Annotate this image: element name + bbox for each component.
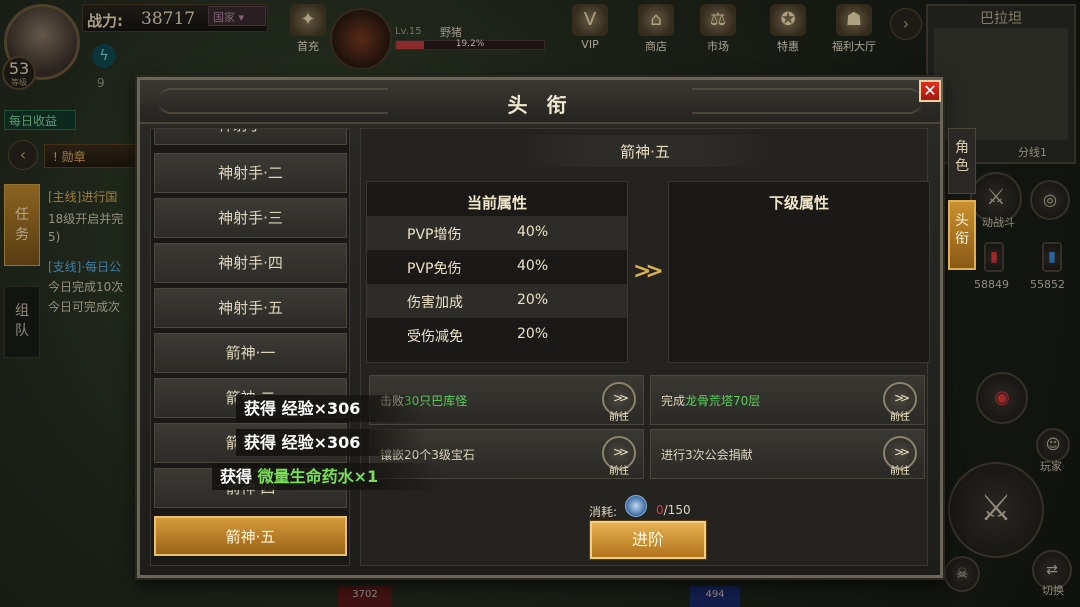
gem-icon	[625, 495, 647, 517]
go-label[interactable]: 前往	[879, 408, 921, 423]
title-list[interactable]: 神射手·一 神射手·二 神射手·三 神射手·四 神射手·五 箭神·一 箭神·二 …	[150, 128, 350, 566]
attribute-name: 受伤减免	[407, 329, 463, 345]
task-description: 完成龙骨荒塔70层	[661, 394, 761, 408]
dialog-title: 头 衔	[507, 93, 573, 117]
attribute-row: 伤害加成 20%	[367, 284, 627, 318]
attribute-name: 伤害加成	[407, 295, 463, 311]
role-tab-label: 角色	[955, 140, 969, 174]
attribute-row: PVP增伤 40%	[367, 216, 627, 250]
current-attributes: 当前属性 PVP增伤 40% PVP免伤 40% 伤害加成 20% 受伤减免 20%	[366, 181, 628, 363]
current-title-name: 箭神·五	[620, 143, 670, 161]
attribute-value: 40%	[517, 224, 549, 240]
tab-role[interactable]: 角色	[948, 128, 976, 194]
go-label[interactable]: 前往	[598, 408, 640, 423]
title-list-item[interactable]: 神射手·五	[154, 288, 347, 328]
attribute-name: PVP免伤	[407, 261, 462, 277]
unlock-task: 完成龙骨荒塔70层 >> 前往	[650, 375, 925, 425]
tab-title[interactable]: 头衔	[948, 200, 976, 270]
task-description: 进行3次公会捐献	[661, 448, 753, 462]
close-icon[interactable]: ✕	[919, 80, 941, 102]
attribute-name: PVP增伤	[407, 227, 462, 243]
attribute-value: 40%	[517, 258, 549, 274]
cost-label: 消耗:	[589, 505, 618, 519]
reward-toast: 获得 经验×306	[236, 429, 426, 456]
attribute-value: 20%	[517, 326, 549, 342]
title-list-item[interactable]: 神射手·三	[154, 198, 347, 238]
title-dialog: 头 衔 ✕ 神射手·一 神射手·二 神射手·三 神射手·四 神射手·五 箭神·一…	[137, 77, 976, 578]
attribute-row: PVP免伤 40%	[367, 250, 627, 284]
cost-value: 0/150	[656, 503, 691, 517]
reward-toast: 获得 微量生命药水×1	[212, 463, 442, 490]
title-list-item[interactable]: 箭神·一	[154, 333, 347, 373]
double-chevron-right-icon: >>	[893, 391, 910, 405]
title-list-item[interactable]: 神射手·二	[154, 153, 347, 193]
reward-toast: 获得 经验×306	[236, 395, 426, 422]
next-level-attributes: 下级属性	[668, 181, 930, 363]
go-label[interactable]: 前往	[879, 462, 921, 477]
dialog-header: 头 衔 ✕	[140, 80, 941, 124]
next-attributes-header: 下级属性	[768, 194, 829, 212]
advance-button[interactable]: 进阶	[590, 521, 706, 559]
go-label[interactable]: 前往	[598, 462, 640, 477]
double-chevron-right-icon: >>	[893, 445, 910, 459]
title-tab-label: 头衔	[955, 213, 969, 247]
current-attributes-header: 当前属性	[466, 194, 527, 212]
double-chevron-right-icon: >>	[612, 445, 629, 459]
title-detail-panel: 箭神·五 当前属性 PVP增伤 40% PVP免伤 40% 伤害加成 20% 受伤减免…	[360, 128, 930, 566]
title-list-item[interactable]: 神射手·四	[154, 243, 347, 283]
title-list-item[interactable]: 神射手·一	[154, 129, 347, 145]
unlock-task: 进行3次公会捐献 >> 前往	[650, 429, 925, 479]
attribute-value: 20%	[517, 292, 549, 308]
double-chevron-right-icon: >>	[612, 391, 629, 405]
title-list-item-selected[interactable]: 箭神·五	[154, 516, 347, 556]
attribute-row: 受伤减免 20%	[367, 318, 627, 352]
double-chevron-right-icon: >>	[633, 259, 664, 284]
